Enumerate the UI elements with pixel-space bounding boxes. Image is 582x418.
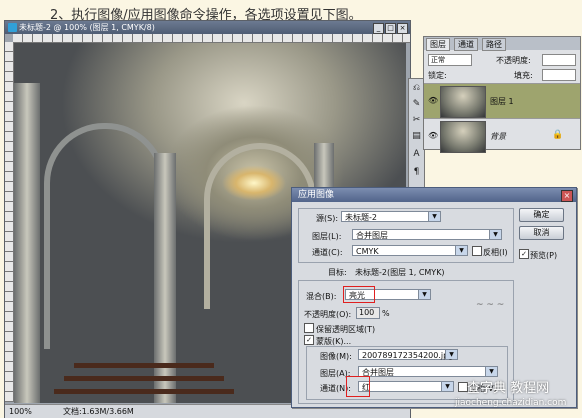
horizontal-ruler[interactable] <box>13 34 410 43</box>
tab-layers[interactable]: 图层 <box>426 38 450 51</box>
lock-icon: 🔒 <box>552 130 564 140</box>
layer-select[interactable]: 合并图层 ▼ <box>352 229 502 240</box>
left-arch <box>44 123 166 349</box>
fill-field[interactable] <box>542 69 576 81</box>
mask-image-select[interactable]: 200789172354200.jpg ▼ <box>358 349 458 360</box>
pew <box>64 376 224 381</box>
mask-checkbox[interactable]: ✓ <box>304 335 314 345</box>
highlight-box <box>346 376 370 397</box>
close-icon[interactable]: × <box>397 23 408 34</box>
source-select[interactable]: 未标题-2 ▼ <box>341 211 441 222</box>
opacity-unit: % <box>382 309 390 318</box>
layer-name: 图层 1 <box>490 97 514 106</box>
layer-thumbnail <box>440 86 486 118</box>
zoom-level[interactable]: 100% <box>9 405 32 418</box>
invert-label: 反相(I) <box>483 248 508 257</box>
layers-panel-tabs: 图层 通道 路径 <box>424 37 580 51</box>
lock-label: 锁定: <box>428 71 447 80</box>
mask-channel-select[interactable]: 红 ▼ <box>358 381 454 392</box>
layer-row[interactable]: 👁 图层 1 <box>424 83 580 118</box>
document-title-bar[interactable]: 未标题-2 @ 100% (图层 1, CMYK/8) _ □ × <box>5 21 410 34</box>
history-icon[interactable]: ⎌ <box>411 83 422 94</box>
minimize-icon[interactable]: _ <box>373 23 384 34</box>
target-label: 目标: <box>328 268 347 277</box>
signature-watermark: ~ ~ ~ <box>476 300 505 310</box>
fill-label: 填充: <box>514 71 533 80</box>
layer-thumbnail <box>440 121 486 153</box>
maximize-icon[interactable]: □ <box>385 23 396 34</box>
eye-icon[interactable]: 👁 <box>428 96 438 105</box>
pew <box>74 363 214 368</box>
pew <box>54 389 234 394</box>
layer-opacity-field[interactable] <box>542 54 576 66</box>
document-title: 未标题-2 @ 100% (图层 1, CMYK/8) <box>19 23 155 32</box>
dialog-title-bar[interactable]: 应用图像 × <box>292 188 576 202</box>
left-pillar <box>14 83 40 403</box>
opacity-input[interactable]: 100 <box>356 307 380 319</box>
tool-presets-icon[interactable]: ✂ <box>411 115 422 126</box>
site-watermark-url: jiaocheng.chazidian.com <box>455 398 567 408</box>
site-watermark: 查字典 教程网 <box>467 381 550 396</box>
preserve-transparency-checkbox[interactable] <box>304 323 314 333</box>
document-size[interactable]: 文档:1.63M/3.66M <box>63 405 134 418</box>
blending-label: 混合(B): <box>306 292 337 301</box>
layer-row[interactable]: 👁 背景 🔒 <box>424 118 580 153</box>
photoshop-icon <box>8 23 17 32</box>
layer-name: 背景 <box>490 132 506 141</box>
channel-select[interactable]: CMYK ▼ <box>352 245 468 256</box>
ok-button[interactable]: 确定 <box>519 208 564 222</box>
opacity-label: 不透明度: <box>496 56 531 65</box>
eye-icon[interactable]: 👁 <box>428 131 438 140</box>
source-label: 源(S): <box>316 214 339 223</box>
cancel-button[interactable]: 取消 <box>519 226 564 240</box>
highlight-box <box>343 286 375 303</box>
close-icon[interactable]: × <box>561 190 573 202</box>
layer-comps-icon[interactable]: ▤ <box>411 131 422 142</box>
tab-paths[interactable]: 路径 <box>482 38 506 51</box>
blend-mode-select[interactable]: 正常 <box>428 54 472 66</box>
layers-panel: 图层 通道 路径 正常 不透明度: 锁定: 填充: 👁 图层 1 👁 背景 🔒 <box>423 36 581 153</box>
mask-layer-select[interactable]: 合并图层 ▼ <box>358 366 498 377</box>
preview-label: 预览(P) <box>530 251 558 260</box>
paragraph-icon[interactable]: ¶ <box>411 167 422 178</box>
vertical-ruler[interactable] <box>5 42 14 402</box>
invert-checkbox[interactable] <box>472 246 482 256</box>
brush-icon[interactable]: ✎ <box>411 99 422 110</box>
tab-channels[interactable]: 通道 <box>454 38 478 51</box>
preview-checkbox[interactable]: ✓ <box>519 249 529 259</box>
layer-label: 图层(L): <box>312 232 342 241</box>
target-value: 未标题-2(图层 1, CMYK) <box>355 268 445 277</box>
opacity-label: 不透明度(O): <box>304 310 352 319</box>
apply-image-dialog: 应用图像 × 源(S): 未标题-2 ▼ 图层(L): 合并图层 ▼ 通道(C): … <box>291 187 577 408</box>
character-icon[interactable]: A <box>411 149 422 160</box>
preserve-transparency-label: 保留透明区域(T) <box>316 325 376 334</box>
mask-image-label: 图像(M): <box>320 352 352 361</box>
channel-label: 通道(C): <box>312 248 343 257</box>
dialog-title: 应用图像 <box>298 190 335 200</box>
